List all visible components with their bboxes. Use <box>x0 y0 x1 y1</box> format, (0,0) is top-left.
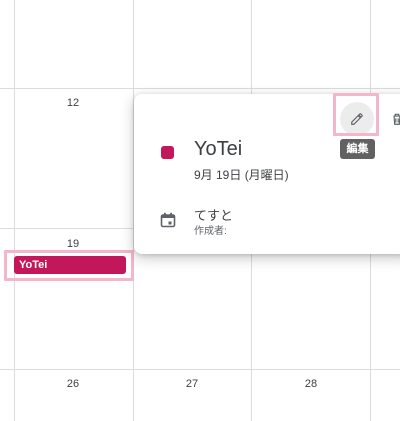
trash-icon <box>393 113 400 125</box>
creator-label: 作成者: <box>194 226 227 237</box>
month-view: 12 19 26 27 28 YoTei YoTei 9月 19日 (月曜日) … <box>0 0 400 421</box>
edit-tooltip: 編集 <box>340 139 375 159</box>
grid-line <box>14 0 15 421</box>
day-number[interactable]: 28 <box>291 378 331 390</box>
grid-line <box>0 369 400 370</box>
day-number[interactable]: 12 <box>53 97 93 109</box>
event-chip[interactable]: YoTei <box>14 256 126 274</box>
event-date: 9月 19日 (月曜日) <box>194 168 289 182</box>
grid-line <box>0 88 400 89</box>
calendar-icon <box>160 212 176 228</box>
day-number[interactable]: 19 <box>53 238 93 250</box>
day-number[interactable]: 26 <box>53 378 93 390</box>
edit-button-highlight <box>333 93 379 136</box>
event-title: YoTei <box>194 138 243 160</box>
delete-button[interactable] <box>380 102 400 136</box>
day-number[interactable]: 27 <box>172 378 212 390</box>
event-color-dot <box>161 146 174 159</box>
